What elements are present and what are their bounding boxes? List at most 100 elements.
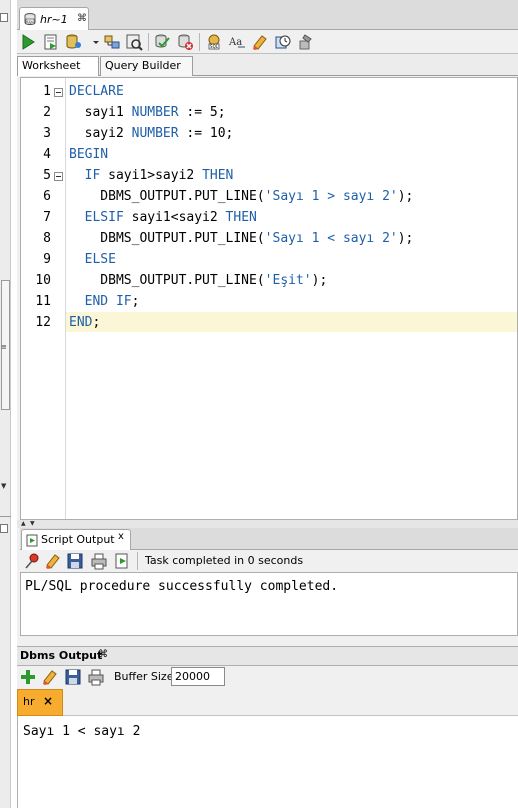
line-number: 2 — [43, 105, 51, 120]
editor-mode-tabs: Worksheet Query Builder — [17, 54, 518, 76]
dropdown-arrow-icon[interactable] — [87, 33, 99, 51]
code-token: sayi1>sayi2 — [100, 168, 203, 183]
code-token: ; — [131, 294, 140, 309]
tab-close-icon[interactable]: ⌘ — [77, 13, 87, 24]
code-line[interactable]: ELSE — [69, 252, 116, 267]
chevron-down-icon[interactable]: ▼ — [1, 482, 6, 490]
print-icon[interactable] — [87, 668, 105, 686]
save-icon[interactable] — [66, 552, 84, 570]
keyword-token: BEGIN — [69, 147, 109, 162]
keyword-token: END — [69, 315, 93, 330]
script-output-text: PL/SQL procedure successfully completed. — [20, 572, 518, 636]
code-token: DBMS_OUTPUT.PUT_LINE( — [69, 231, 265, 246]
sql-worksheet-icon: SQL — [24, 13, 36, 25]
keyword-token: DECLARE — [69, 84, 124, 99]
sql-editor[interactable]: 1 2 3 4 5 6 7 8 9 10 11 12 DECLARE sayi1 NUMBER := … — [20, 77, 518, 520]
code-line[interactable]: ELSIF sayi1<sayi2 THEN — [69, 210, 257, 225]
tab-label: Script Output — [41, 533, 115, 546]
code-token: sayi2 — [69, 126, 132, 141]
unshared-sql-icon[interactable]: SQL — [205, 33, 223, 51]
sql-worksheet-window: SQL hr~1 ⌘ SQL Aa Worksheet Query Builde… — [17, 0, 518, 808]
keyword-token: THEN — [202, 168, 234, 183]
dbms-output-toolbar: Buffer Size: 20000 — [17, 666, 518, 688]
code-line[interactable]: DBMS_OUTPUT.PUT_LINE('Sayı 1 > sayı 2'); — [69, 189, 413, 204]
minimize-icon[interactable] — [0, 13, 8, 22]
code-line[interactable]: sayi1 NUMBER := 5; — [69, 105, 226, 120]
line-number: 4 — [43, 147, 51, 162]
svg-text:SQL: SQL — [27, 20, 34, 24]
connection-tab-bar: hr × — [17, 688, 518, 716]
buffer-size-label: Buffer Size: — [114, 670, 178, 683]
string-token: 'Sayı 1 > sayı 2' — [264, 189, 398, 204]
clear-icon[interactable] — [44, 552, 62, 570]
keyword-token: NUMBER — [131, 105, 179, 120]
string-token: 'Sayı 1 < sayı 2' — [264, 231, 398, 246]
add-connection-icon[interactable] — [19, 668, 37, 686]
code-line[interactable]: END; — [69, 315, 100, 330]
code-token: DBMS_OUTPUT.PUT_LINE( — [69, 189, 265, 204]
sql-history-icon[interactable] — [274, 33, 292, 51]
run-statement-icon[interactable] — [19, 33, 37, 51]
run-script-icon[interactable] — [113, 552, 131, 570]
code-line[interactable]: sayi2 NUMBER := 10; — [69, 126, 234, 141]
task-status-text: Task completed in 0 seconds — [145, 554, 304, 567]
script-output-tab-bar: Script Output x — [20, 528, 518, 550]
script-output-icon — [26, 534, 38, 547]
collapse-down-icon[interactable]: ▼ — [30, 520, 35, 527]
fold-toggle-icon[interactable] — [54, 88, 63, 97]
commit-icon[interactable] — [153, 33, 171, 51]
code-token: ); — [397, 231, 414, 246]
keyword-token: ELSE — [84, 252, 116, 267]
tab-connection-hr[interactable]: hr × — [17, 689, 63, 716]
to-upper-lower-icon[interactable]: Aa — [228, 33, 246, 51]
fold-toggle-icon[interactable] — [54, 172, 63, 181]
panel-close-icon[interactable]: ⌘ — [98, 649, 108, 660]
run-script-icon[interactable] — [42, 33, 60, 51]
toolbar-separator — [137, 552, 138, 570]
code-line[interactable]: DECLARE — [69, 84, 124, 99]
grip-icon: ≡ — [1, 343, 7, 351]
minimize-icon[interactable] — [0, 524, 8, 533]
keyword-token: NUMBER — [131, 126, 179, 141]
panel-splitter[interactable]: ▲ ▼ — [17, 520, 518, 528]
save-icon[interactable] — [64, 668, 82, 686]
line-number: 3 — [43, 126, 51, 141]
keyword-token: THEN — [225, 210, 257, 225]
left-panel-strip: ≡ ▼ — [0, 0, 11, 808]
tab-close-icon[interactable]: x — [118, 531, 124, 542]
rollback-icon[interactable] — [176, 33, 194, 51]
tab-title: hr~1 — [40, 13, 68, 26]
string-token: 'Eşit' — [264, 273, 312, 288]
clear-icon[interactable] — [251, 33, 269, 51]
svg-text:Aa: Aa — [228, 37, 242, 48]
keyword-token: IF — [84, 168, 101, 183]
code-line[interactable]: BEGIN — [69, 147, 108, 162]
code-line[interactable]: DBMS_OUTPUT.PUT_LINE('Eşit'); — [69, 273, 327, 288]
tab-script-output[interactable]: Script Output x — [21, 529, 131, 550]
tab-hr-1[interactable]: SQL hr~1 ⌘ — [19, 7, 89, 30]
code-line[interactable]: IF sayi1>sayi2 THEN — [69, 168, 234, 183]
explain-plan-icon[interactable] — [103, 33, 121, 51]
line-number: 9 — [43, 252, 51, 267]
code-line[interactable]: END IF; — [69, 294, 140, 309]
worksheet-toolbar: SQL Aa — [17, 30, 518, 54]
collapse-up-icon[interactable]: ▲ — [21, 520, 26, 527]
code-token: := 5; — [178, 105, 226, 120]
sql-tuning-icon[interactable] — [125, 33, 143, 51]
tab-query-builder[interactable]: Query Builder — [100, 56, 193, 76]
code-line[interactable]: DBMS_OUTPUT.PUT_LINE('Sayı 1 < sayı 2'); — [69, 231, 413, 246]
pin-icon[interactable] — [23, 552, 41, 570]
close-icon[interactable]: × — [43, 694, 53, 708]
format-icon[interactable] — [297, 33, 315, 51]
autotrace-icon[interactable] — [65, 33, 83, 51]
tab-worksheet[interactable]: Worksheet — [17, 56, 99, 76]
connection-label: hr — [23, 695, 35, 708]
line-number: 6 — [43, 189, 51, 204]
clear-icon[interactable] — [41, 668, 59, 686]
print-icon[interactable] — [90, 552, 108, 570]
line-number: 7 — [43, 210, 51, 225]
buffer-size-input[interactable]: 20000 — [171, 667, 225, 686]
svg-text:SQL: SQL — [210, 44, 219, 49]
